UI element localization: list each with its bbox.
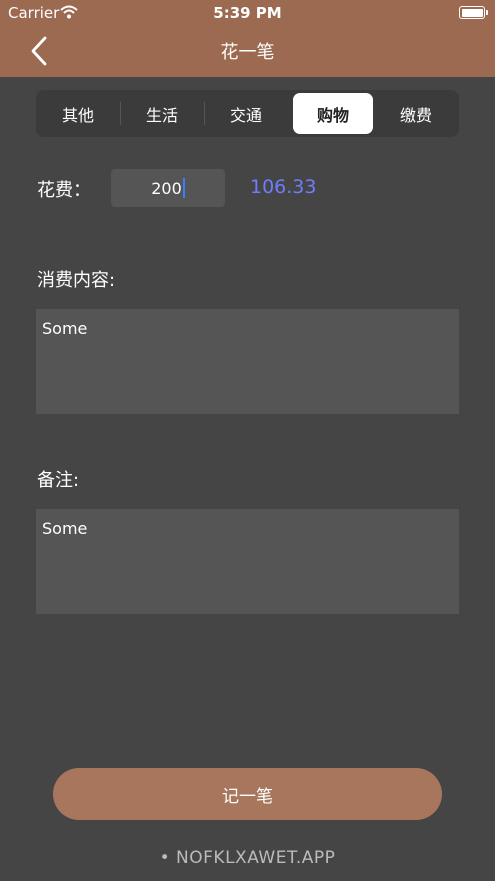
category-segmented-control: 其他 生活 交通 购物 缴费 [36,90,459,137]
tab-transport[interactable]: 交通 [206,93,286,134]
amount-value: 200 [151,178,182,198]
amount-label: 花费： [37,180,91,201]
tab-divider [120,102,121,125]
text-cursor [182,178,185,198]
navigation-bar: 花一笔 [0,26,495,77]
note-label: 备注: [37,470,80,491]
content-label: 消费内容: [37,270,116,291]
battery-icon [459,6,488,19]
note-textarea[interactable]: Some [36,509,459,614]
content-textarea[interactable]: Some [36,309,459,414]
page-title: 花一笔 [220,42,275,63]
header-bar: Carrier 5:39 PM 花一笔 [0,0,495,77]
submit-button[interactable]: 记一笔 [53,768,442,820]
converted-amount: 106.33 [250,176,317,198]
tab-divider [204,102,205,125]
watermark-text: • NOFKLXAWET.APP [159,848,336,868]
tab-other[interactable]: 其他 [38,93,118,134]
tab-payment[interactable]: 缴费 [376,93,456,134]
tab-shopping[interactable]: 购物 [293,93,373,134]
status-time: 5:39 PM [213,4,282,22]
status-bar: Carrier 5:39 PM [0,0,495,26]
amount-input[interactable]: 200 [111,169,225,207]
tab-life[interactable]: 生活 [122,93,202,134]
